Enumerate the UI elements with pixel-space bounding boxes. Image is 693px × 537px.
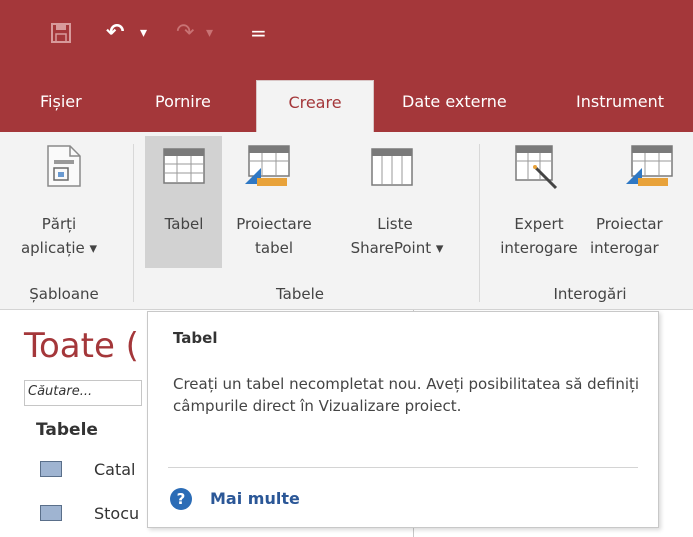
search-placeholder: Căutare... [28, 384, 93, 399]
save-icon[interactable] [50, 22, 72, 53]
query-design-label-2[interactable]: interogar [590, 238, 693, 258]
group-label-queries: Interogări [553, 285, 627, 303]
app-parts-label-1[interactable]: Părți [20, 214, 98, 234]
query-design-icon [624, 144, 674, 192]
search-input[interactable]: Căutare... [24, 380, 142, 406]
tab-external-data[interactable]: Date externe [402, 90, 507, 114]
table-design-label-1[interactable]: Proiectare [226, 214, 322, 234]
tooltip-title: Tabel [173, 329, 218, 347]
table-icon [40, 461, 62, 477]
sharepoint-lists-icon [371, 148, 413, 190]
table-design-label-2[interactable]: tabel [236, 238, 312, 258]
app-parts-label-2[interactable]: aplicație ▾ [14, 238, 104, 258]
tooltip: Tabel Creați un tabel necompletat nou. A… [147, 311, 659, 528]
query-wizard-label-1[interactable]: Expert [504, 214, 574, 234]
query-wizard-icon [514, 144, 560, 194]
table-button-label[interactable]: Tabel [154, 214, 214, 234]
nav-section-tables[interactable]: Tabele [36, 420, 98, 440]
application-parts-icon [46, 144, 82, 192]
help-icon[interactable]: ? [170, 488, 192, 510]
redo-dropdown-icon: ▾ [206, 25, 214, 41]
tab-create[interactable]: Creare [256, 80, 374, 132]
title-bar: ↶ ▾ ↷ ▾ = [0, 0, 693, 72]
undo-icon[interactable]: ↶ [106, 18, 124, 48]
tab-create-label: Creare [288, 93, 342, 112]
table-design-icon [243, 144, 291, 192]
sharepoint-lists-label-1[interactable]: Liste [360, 214, 430, 234]
table-icon [40, 505, 62, 521]
tab-file[interactable]: Fișier [40, 90, 82, 114]
redo-icon: ↷ [176, 20, 195, 45]
tooltip-divider [168, 467, 638, 468]
sharepoint-lists-label-2[interactable]: SharePoint ▾ [338, 238, 456, 258]
tooltip-description: Creați un tabel necompletat nou. Aveți p… [173, 375, 640, 415]
query-wizard-label-2[interactable]: interogare [490, 238, 588, 258]
query-design-label-1[interactable]: Proiectar [596, 214, 693, 234]
nav-item[interactable]: Catal [94, 460, 136, 479]
customize-icon[interactable]: = [250, 18, 267, 48]
table-icon [163, 148, 205, 188]
group-label-templates: Șabloane [29, 285, 99, 303]
ribbon-separator [133, 144, 134, 302]
tab-tools[interactable]: Instrument [576, 90, 664, 114]
nav-pane-title[interactable]: Toate ( [24, 326, 139, 366]
more-info-link[interactable]: Mai multe [210, 489, 300, 508]
tab-home[interactable]: Pornire [155, 90, 211, 114]
nav-item[interactable]: Stocu [94, 504, 139, 523]
group-label-tables: Tabele [275, 285, 325, 303]
ribbon-separator [479, 144, 480, 302]
undo-dropdown-icon[interactable]: ▾ [140, 18, 147, 48]
